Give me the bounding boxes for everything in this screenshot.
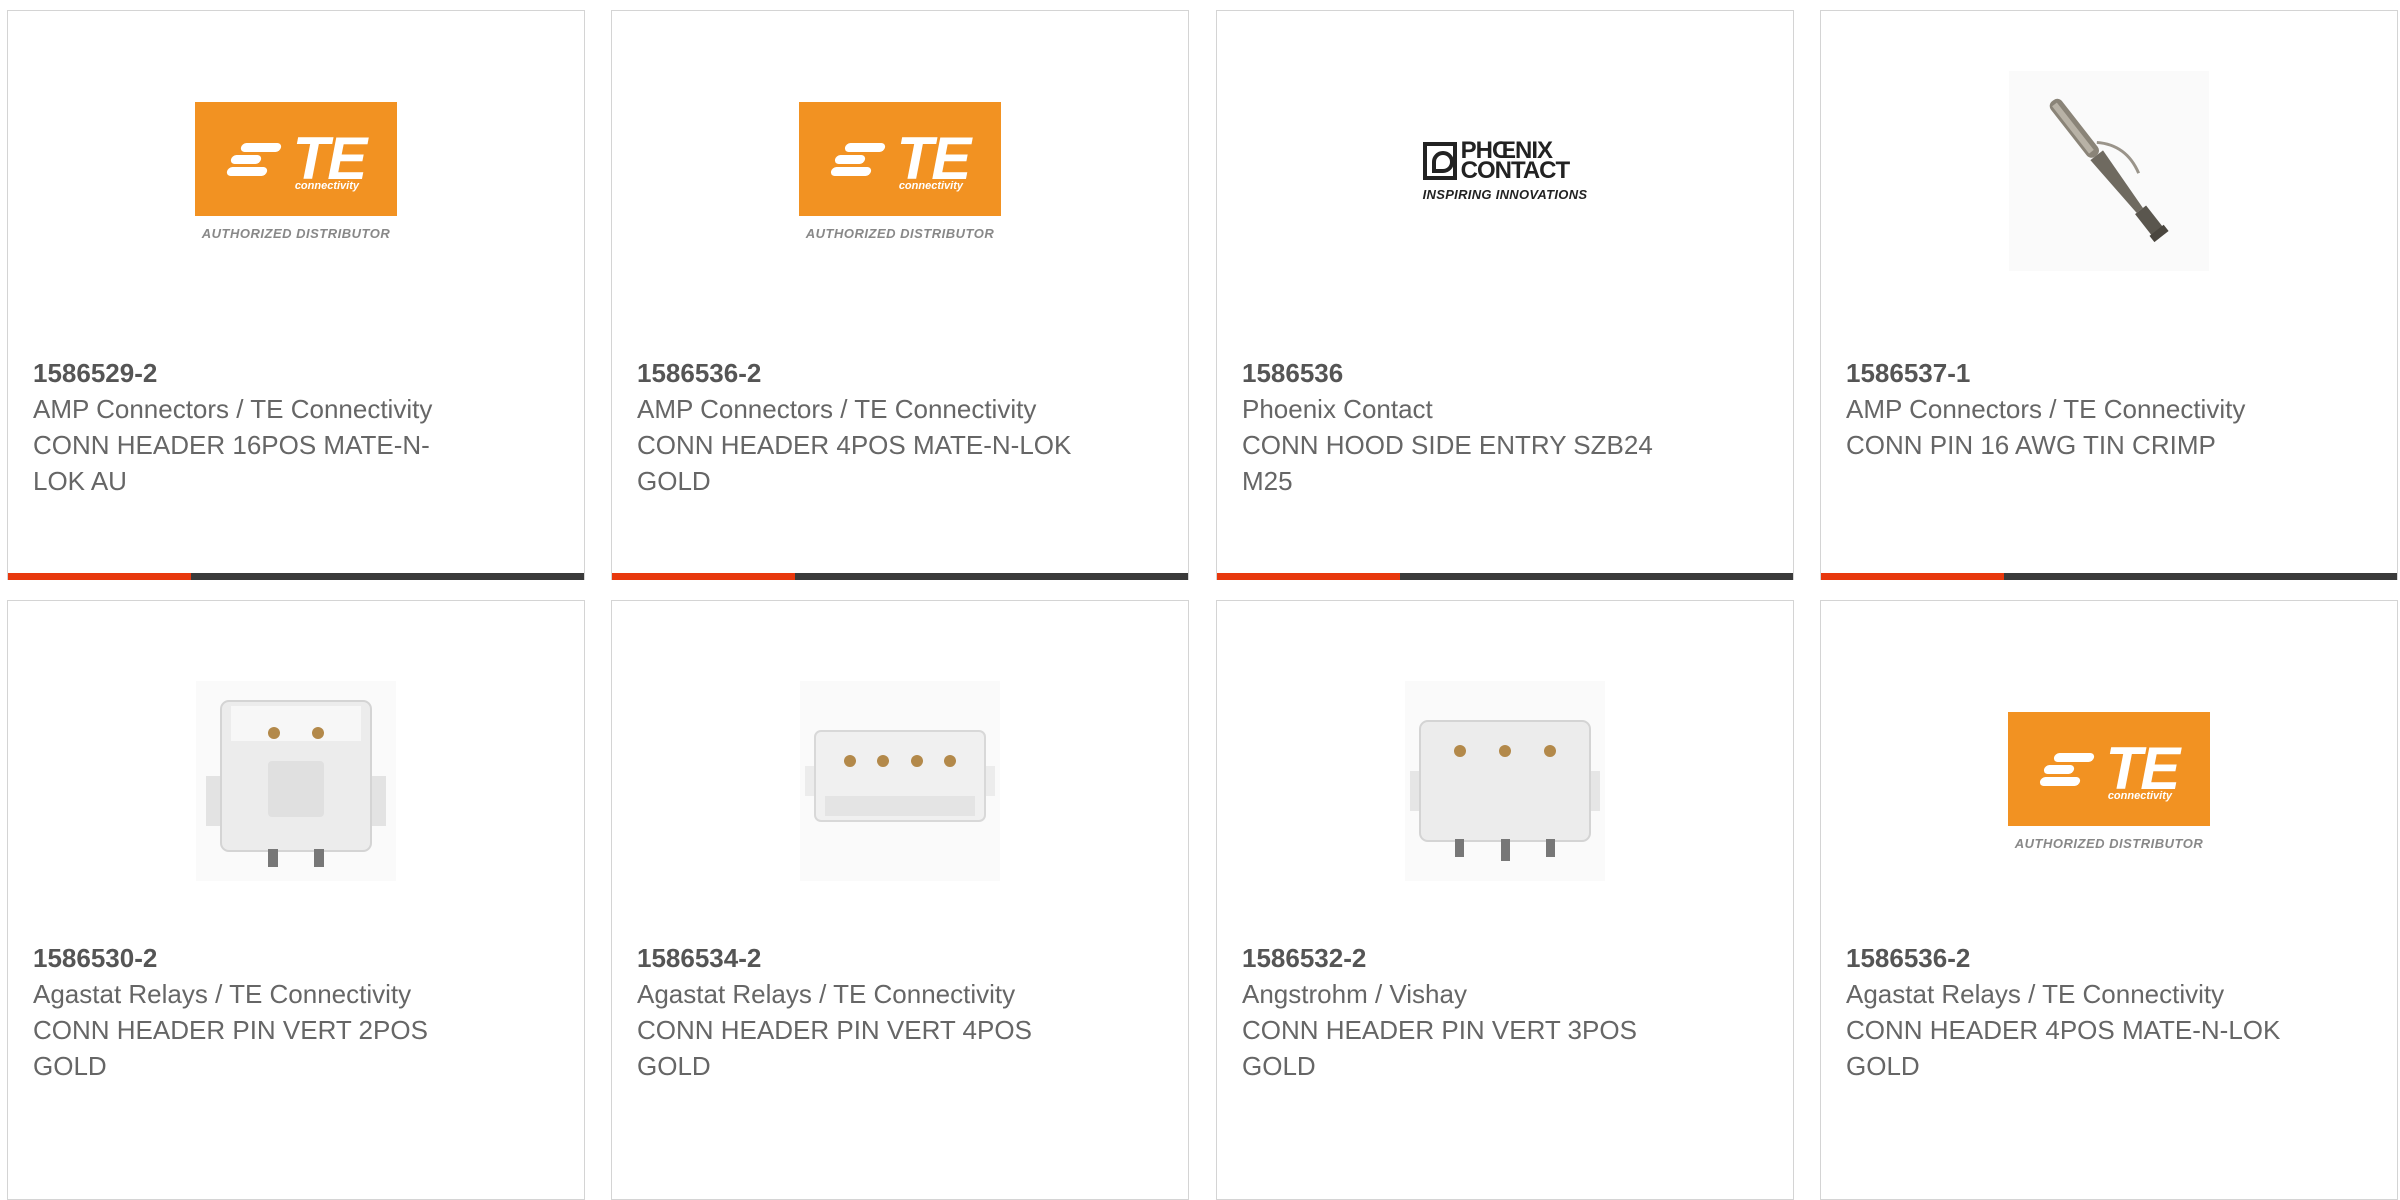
card-bottom-bar <box>612 573 1188 580</box>
part-number[interactable]: 1586530-2 <box>33 940 473 976</box>
product-image[interactable]: PHŒNIX CONTACT INSPIRING INNOVATIONS <box>1217 51 1793 291</box>
product-image[interactable] <box>8 661 584 901</box>
card-bottom-bar <box>1821 573 2397 580</box>
manufacturer: Agastat Relays / TE Connectivity <box>637 979 1016 1009</box>
card-bottom-bar <box>8 573 584 580</box>
product-card[interactable]: 1586534-2 Agastat Relays / TE Connectivi… <box>611 600 1189 1200</box>
product-card[interactable]: 1586537-1 AMP Connectors / TE Connectivi… <box>1820 10 2398 580</box>
crimp-pin-icon <box>2009 71 2209 271</box>
manufacturer: Phoenix Contact <box>1242 394 1433 424</box>
manufacturer: Agastat Relays / TE Connectivity <box>1846 979 2225 1009</box>
header-4pos-icon <box>800 681 1000 881</box>
manufacturer: Agastat Relays / TE Connectivity <box>33 979 412 1009</box>
te-connectivity-logo: TE connectivity AUTHORIZED DISTRIBUTOR <box>2007 711 2211 851</box>
te-connectivity-logo: TE connectivity AUTHORIZED DISTRIBUTOR <box>798 101 1002 241</box>
product-card[interactable]: 1586532-2 Angstrohm / Vishay CONN HEADER… <box>1216 600 1794 1200</box>
part-number[interactable]: 1586534-2 <box>637 940 1077 976</box>
part-number[interactable]: 1586532-2 <box>1242 940 1682 976</box>
manufacturer: Angstrohm / Vishay <box>1242 979 1467 1009</box>
manufacturer: AMP Connectors / TE Connectivity <box>637 394 1037 424</box>
card-bottom-bar <box>1217 573 1793 580</box>
phoenix-contact-logo: PHŒNIX CONTACT INSPIRING INNOVATIONS <box>1422 136 1588 202</box>
manufacturer: AMP Connectors / TE Connectivity <box>33 394 433 424</box>
part-number[interactable]: 1586536-2 <box>637 355 1077 391</box>
header-3pos-icon <box>1405 681 1605 881</box>
part-number[interactable]: 1586536-2 <box>1846 940 2286 976</box>
manufacturer: AMP Connectors / TE Connectivity <box>1846 394 2246 424</box>
product-card[interactable]: TE connectivity AUTHORIZED DISTRIBUTOR 1… <box>7 10 585 580</box>
product-image[interactable]: TE connectivity AUTHORIZED DISTRIBUTOR <box>612 51 1188 291</box>
description: CONN HEADER 4POS MATE-N-LOK GOLD <box>637 430 1072 496</box>
part-number[interactable]: 1586537-1 <box>1846 355 2286 391</box>
te-connectivity-logo: TE connectivity AUTHORIZED DISTRIBUTOR <box>194 101 398 241</box>
product-image[interactable]: TE connectivity AUTHORIZED DISTRIBUTOR <box>8 51 584 291</box>
description: CONN HEADER PIN VERT 3POS GOLD <box>1242 1015 1637 1081</box>
description: CONN HEADER PIN VERT 4POS GOLD <box>637 1015 1032 1081</box>
header-2pos-icon <box>196 681 396 881</box>
product-card[interactable]: TE connectivity AUTHORIZED DISTRIBUTOR 1… <box>611 10 1189 580</box>
description: CONN PIN 16 AWG TIN CRIMP <box>1846 430 2216 460</box>
product-image[interactable] <box>1821 51 2397 291</box>
description: CONN HEADER 16POS MATE-N-LOK AU <box>33 430 430 496</box>
description: CONN HEADER 4POS MATE-N-LOK GOLD <box>1846 1015 2281 1081</box>
description: CONN HEADER PIN VERT 2POS GOLD <box>33 1015 428 1081</box>
product-card[interactable]: TE connectivity AUTHORIZED DISTRIBUTOR 1… <box>1820 600 2398 1200</box>
part-number[interactable]: 1586529-2 <box>33 355 473 391</box>
description: CONN HOOD SIDE ENTRY SZB24 M25 <box>1242 430 1653 496</box>
product-card[interactable]: PHŒNIX CONTACT INSPIRING INNOVATIONS 1586… <box>1216 10 1794 580</box>
product-image[interactable] <box>1217 661 1793 901</box>
part-number[interactable]: 1586536 <box>1242 355 1682 391</box>
product-card[interactable]: 1586530-2 Agastat Relays / TE Connectivi… <box>7 600 585 1200</box>
product-image[interactable]: TE connectivity AUTHORIZED DISTRIBUTOR <box>1821 661 2397 901</box>
product-image[interactable] <box>612 661 1188 901</box>
